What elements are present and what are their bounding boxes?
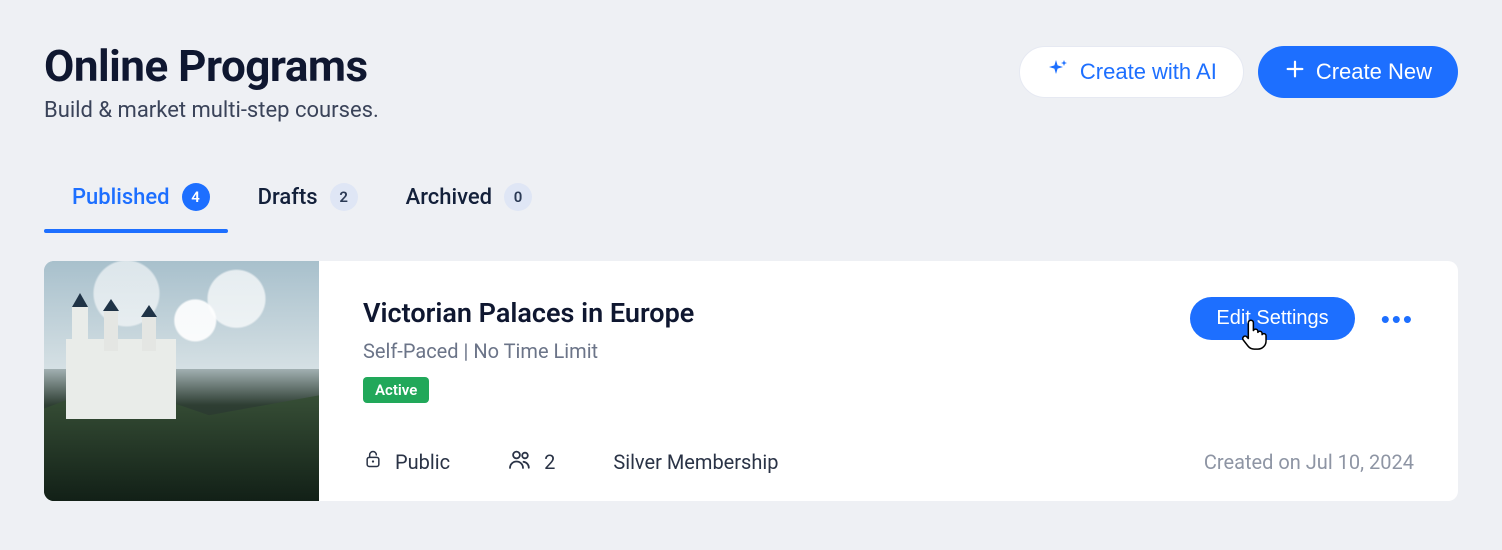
visibility-meta: Public xyxy=(363,448,450,475)
status-badge: Active xyxy=(363,377,429,403)
program-subtitle: Self-Paced | No Time Limit xyxy=(363,339,694,363)
participants-meta: 2 xyxy=(508,448,555,475)
ellipsis-icon: ••• xyxy=(1381,304,1414,334)
sparkle-icon xyxy=(1046,57,1070,87)
create-with-ai-label: Create with AI xyxy=(1080,59,1217,85)
plan-label: Silver Membership xyxy=(613,450,778,474)
create-with-ai-button[interactable]: Create with AI xyxy=(1019,46,1244,98)
page-subtitle: Build & market multi-step courses. xyxy=(44,98,379,123)
visibility-label: Public xyxy=(395,450,450,474)
tab-archived[interactable]: Archived 0 xyxy=(406,183,532,233)
program-title: Victorian Palaces in Europe xyxy=(363,297,694,329)
plan-meta: Silver Membership xyxy=(613,450,778,474)
tabs: Published 4 Drafts 2 Archived 0 xyxy=(44,183,1458,233)
participants-count: 2 xyxy=(544,450,555,474)
create-new-button[interactable]: Create New xyxy=(1258,46,1458,98)
page-title: Online Programs xyxy=(44,40,379,92)
created-date: Created on Jul 10, 2024 xyxy=(1204,450,1414,474)
plus-icon xyxy=(1284,58,1306,86)
tab-drafts[interactable]: Drafts 2 xyxy=(258,183,358,233)
tab-count: 2 xyxy=(330,183,358,211)
tab-label: Published xyxy=(72,185,170,210)
more-options-button[interactable]: ••• xyxy=(1381,306,1414,332)
program-meta: Public 2 Silver Membership Created on Ju… xyxy=(363,420,1414,475)
create-new-label: Create New xyxy=(1316,59,1432,85)
tab-label: Archived xyxy=(406,185,492,210)
users-icon xyxy=(508,448,532,475)
tab-label: Drafts xyxy=(258,185,318,210)
cursor-pointer-icon xyxy=(1238,317,1268,351)
edit-settings-button[interactable]: Edit Settings xyxy=(1190,297,1354,340)
tab-count: 0 xyxy=(504,183,532,211)
header-actions: Create with AI Create New xyxy=(1019,40,1458,98)
tab-published[interactable]: Published 4 xyxy=(72,183,210,233)
program-thumbnail[interactable] xyxy=(44,261,319,501)
tab-count: 4 xyxy=(182,183,210,211)
program-card: Victorian Palaces in Europe Self-Paced |… xyxy=(44,261,1458,501)
unlock-icon xyxy=(363,448,383,475)
